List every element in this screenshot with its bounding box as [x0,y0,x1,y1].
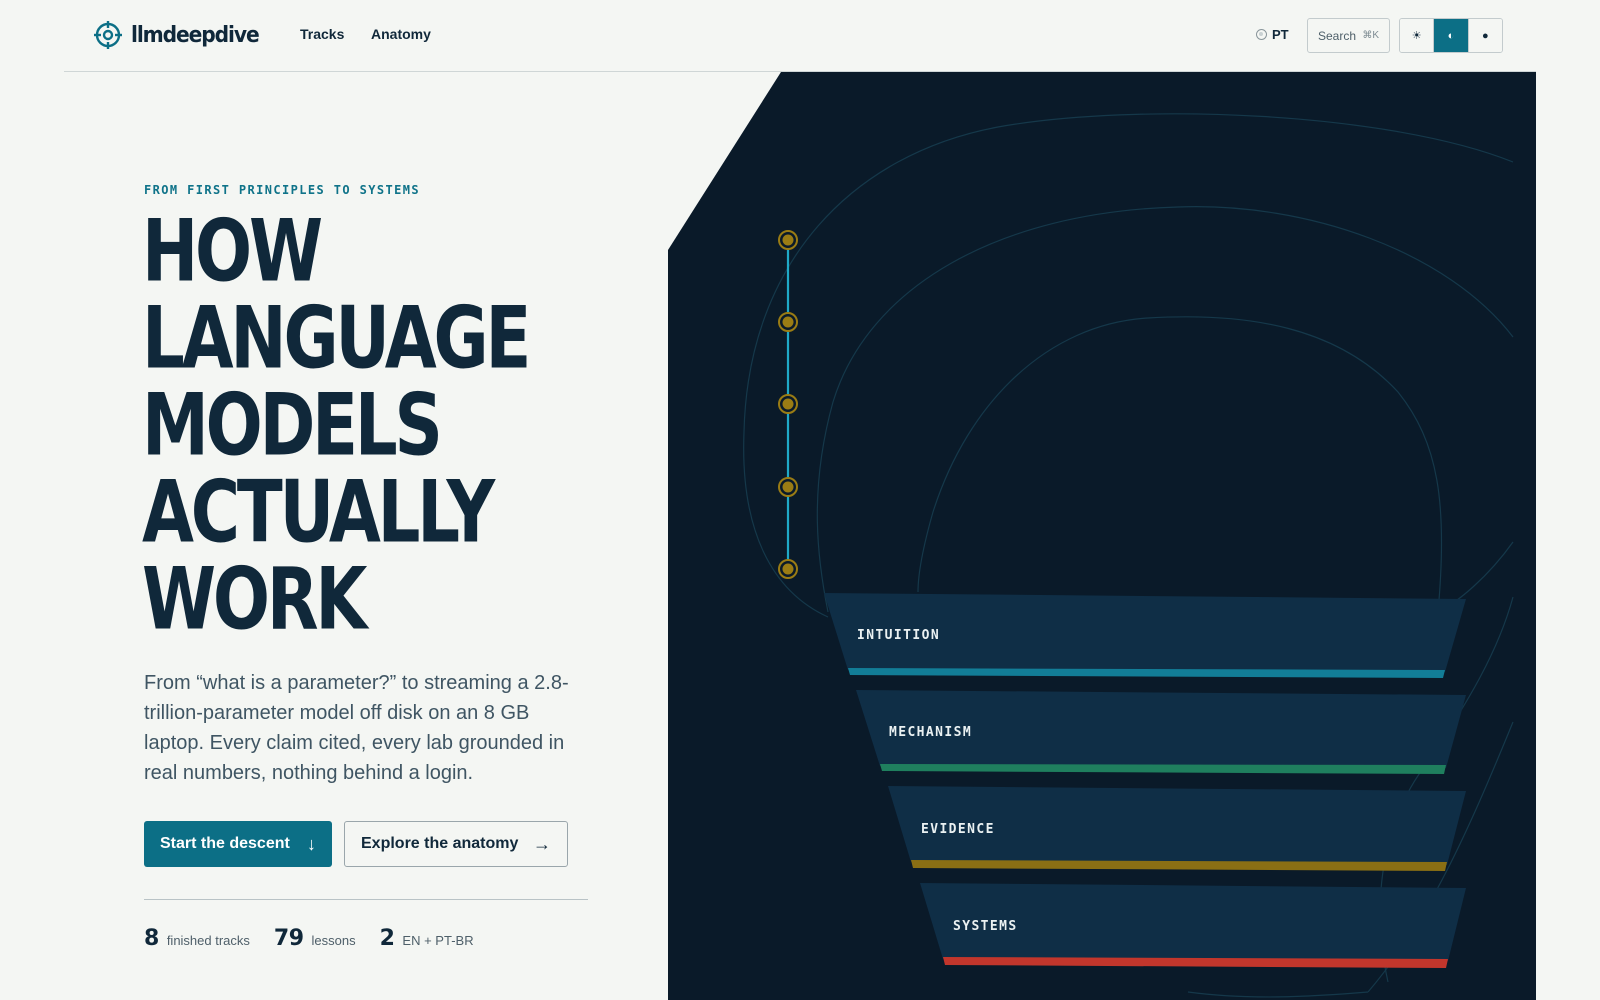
contrast-icon: ◐ [1447,29,1455,42]
hero-eyebrow: FROM FIRST PRINCIPLES TO SYSTEMS [144,183,420,197]
crosshair-logo-icon [94,21,122,49]
theme-dark-button[interactable]: ● [1467,19,1502,52]
headline-line: LANGUAGE [142,288,531,388]
stats-divider [144,899,588,900]
layer-slab-intuition[interactable]: INTUITION [824,593,1466,678]
start-descent-label: Start the descent [160,835,290,852]
arrow-right-icon: → [533,833,551,854]
stat-label: lessons [311,933,356,948]
nav-link-tracks[interactable]: Tracks [300,26,344,42]
progress-stepper [778,230,798,579]
layers-diagram: INTUITION MECHANISM EVIDENCE SYSTEMS [743,113,1514,998]
stat-value: 2 [379,926,395,951]
hero-headline: HOW LANGUAGE MODELS ACTUALLY WORK [142,201,662,649]
brand-logo-link[interactable]: llmdeepdive [94,20,270,50]
stepper-node[interactable] [778,230,798,250]
globe-icon [1256,28,1267,40]
theme-switcher: ☀ ◐ ● [1399,18,1503,53]
top-navigation-bar: llmdeepdive Tracks Anatomy PT Search ⌘K … [64,0,1536,72]
sun-icon: ☀ [1411,30,1422,42]
stat-label: EN + PT-BR [402,933,474,948]
start-descent-button[interactable]: Start the descent ↓ [144,821,332,867]
headline-line: ACTUALLY [142,462,495,562]
explore-anatomy-label: Explore the anatomy [361,835,519,852]
layer-label: EVIDENCE [921,822,995,837]
nav-link-anatomy[interactable]: Anatomy [371,26,431,42]
stat-languages: 2 EN + PT-BR [380,926,474,951]
headline-line: HOW [142,201,323,301]
stat-label: finished tracks [166,933,250,948]
layer-label: SYSTEMS [953,919,1018,934]
layer-slab-mechanism[interactable]: MECHANISM [856,690,1466,774]
brand-name: llmdeepdive [131,22,260,48]
stat-lessons: 79 lessons [274,926,356,951]
explore-anatomy-button[interactable]: Explore the anatomy → [344,821,568,867]
hero-description: From “what is a parameter?” to streaming… [144,672,569,784]
search-button-label: Search [1318,28,1357,43]
search-button[interactable]: Search ⌘K [1307,18,1390,53]
stepper-node[interactable] [778,559,798,579]
stats-row: 8 finished tracks 79 lessons 2 EN + PT-B… [144,926,498,951]
theme-light-button[interactable]: ☀ [1400,19,1434,52]
headline-line: WORK [142,549,367,649]
theme-auto-button[interactable]: ◐ [1433,19,1468,52]
headline-line: MODELS [142,375,443,475]
stepper-node[interactable] [778,477,798,497]
layer-label: MECHANISM [889,725,972,740]
hero-illustration-panel: INTUITION MECHANISM EVIDENCE SYSTEMS [668,72,1536,1000]
language-toggle[interactable]: PT [1256,24,1289,44]
moon-icon: ● [1481,29,1489,42]
language-toggle-label: PT [1272,26,1289,42]
layer-slab-evidence[interactable]: EVIDENCE [888,786,1466,871]
search-shortcut-hint: ⌘K [1362,30,1379,41]
stepper-node[interactable] [778,312,798,332]
layer-slab-systems[interactable]: SYSTEMS [920,883,1466,968]
stat-value: 8 [144,926,159,951]
arrow-down-icon: ↓ [307,833,316,854]
stat-value: 79 [273,926,304,951]
layer-label: INTUITION [857,628,940,643]
stepper-node[interactable] [778,394,798,414]
stat-tracks: 8 finished tracks [144,926,250,951]
